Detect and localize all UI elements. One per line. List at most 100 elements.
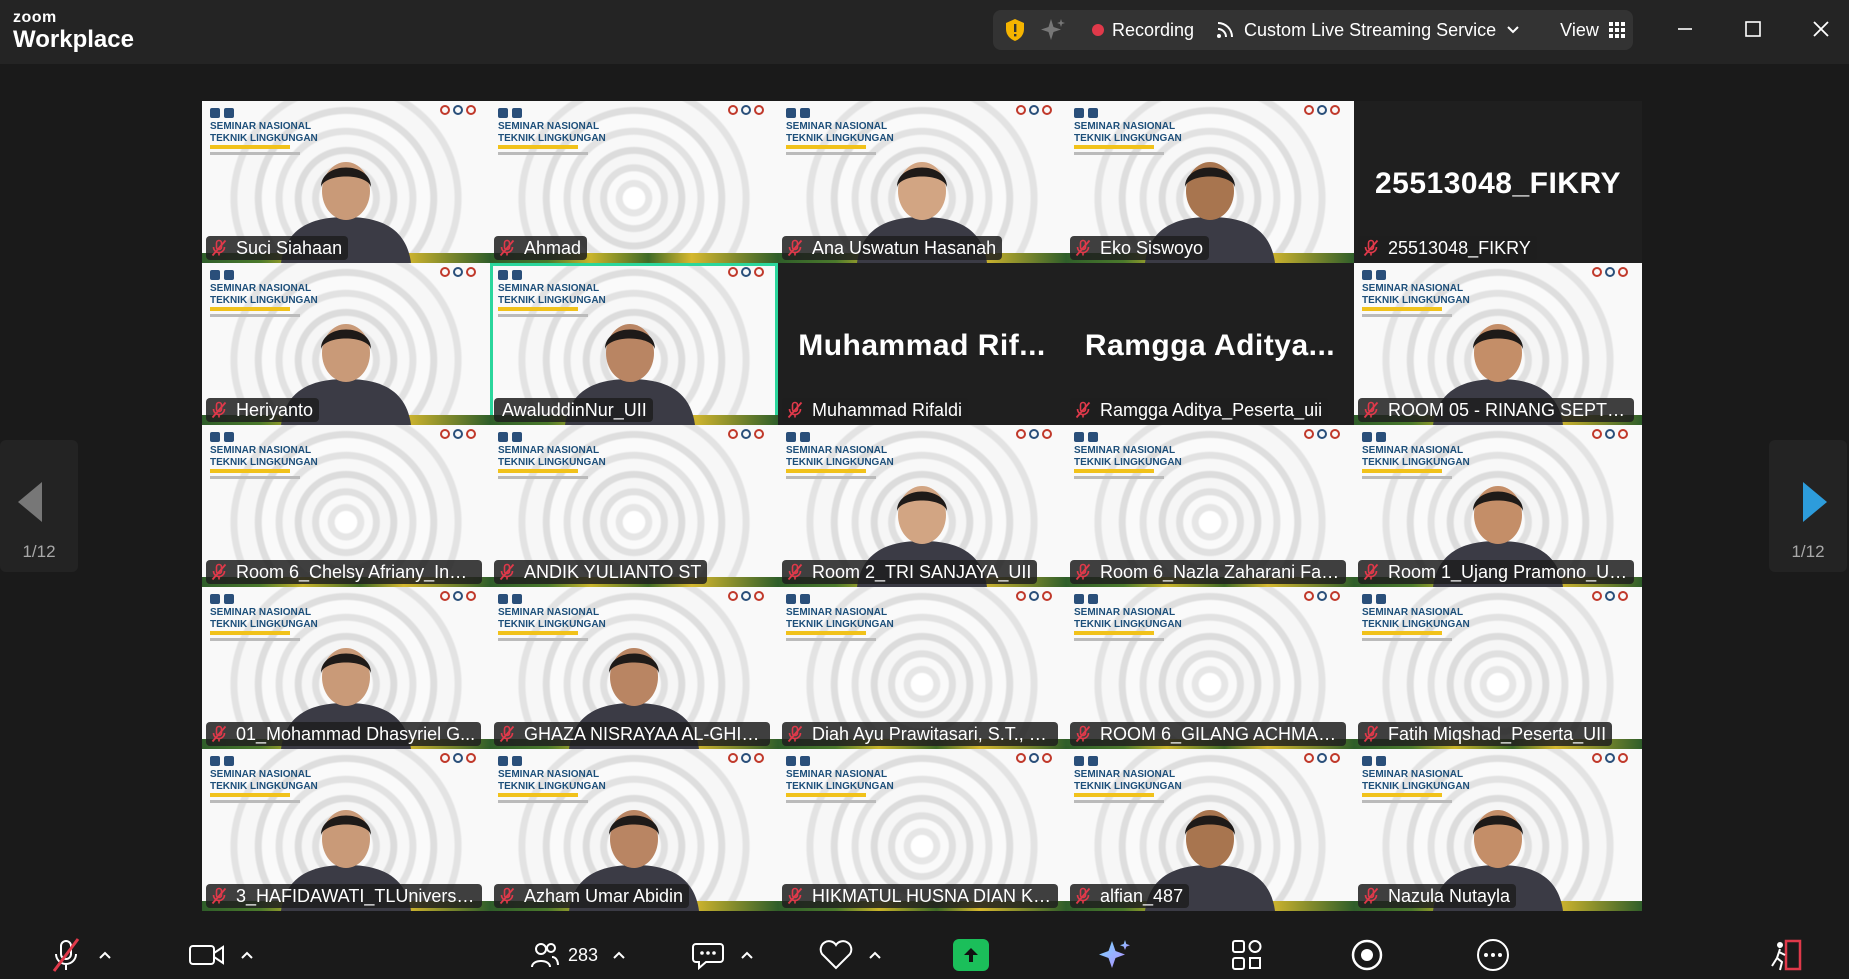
participants-caret-icon[interactable] — [612, 950, 626, 960]
gallery-grid-icon[interactable] — [1608, 22, 1625, 38]
participant-video-tile[interactable]: SEMINAR NASIONAL TEKNIK LINGKUNGAN Room 1_… — [1354, 425, 1642, 587]
banner-badges — [1592, 429, 1632, 439]
participant-video-tile[interactable]: SEMINAR NASIONAL TEKNIK LINGKUNGAN GHAZA N… — [490, 587, 778, 749]
microphone-muted-icon[interactable] — [48, 938, 84, 972]
banner-line-1: SEMINAR NASIONAL — [786, 121, 888, 132]
share-screen-icon[interactable] — [953, 939, 989, 971]
participant-video-tile[interactable]: 25513048_FIKRY 25513048_FIKRY — [1354, 101, 1642, 263]
participant-video-tile[interactable]: SEMINAR NASIONAL TEKNIK LINGKUNGAN Ahmad — [490, 101, 778, 263]
banner-logos — [498, 753, 558, 766]
banner-logos — [210, 267, 270, 280]
virtual-background-title: SEMINAR NASIONAL TEKNIK LINGKUNGAN — [786, 769, 894, 792]
participant-video-tile[interactable]: SEMINAR NASIONAL TEKNIK LINGKUNGAN Fatih M… — [1354, 587, 1642, 749]
ai-sparkle-icon[interactable] — [1097, 938, 1133, 972]
chat-caret-icon[interactable] — [740, 950, 754, 960]
banner-logos — [210, 105, 270, 118]
maximize-icon[interactable] — [1738, 14, 1768, 44]
audio-options-caret-icon[interactable] — [98, 950, 112, 960]
chat-icon[interactable] — [692, 940, 726, 970]
virtual-background-title: SEMINAR NASIONAL TEKNIK LINGKUNGAN — [786, 121, 894, 144]
chevron-down-icon[interactable] — [1506, 25, 1520, 35]
participant-nameplate: Ana Uswatun Hasanah — [782, 236, 1003, 260]
video-options-caret-icon[interactable] — [240, 950, 254, 960]
participant-video-tile[interactable]: SEMINAR NASIONAL TEKNIK LINGKUNGAN Ana Usw… — [778, 101, 1066, 263]
participant-video-tile[interactable]: SEMINAR NASIONAL TEKNIK LINGKUNGAN 01_Moha… — [202, 587, 490, 749]
participant-name: Ahmad — [524, 237, 582, 258]
record-icon[interactable] — [1350, 938, 1384, 972]
share-screen-button[interactable] — [953, 938, 989, 972]
participant-video-tile[interactable]: SEMINAR NASIONAL TEKNIK LINGKUNGAN Suci Si… — [202, 101, 490, 263]
banner-subtitle-bar — [786, 800, 876, 803]
leave-button[interactable] — [1768, 938, 1804, 972]
participant-name: ANDIK YULIANTO ST — [524, 561, 702, 582]
participant-video-tile[interactable]: Muhammad Rif... Muhammad Rifaldi — [778, 263, 1066, 425]
banner-logos — [786, 105, 846, 118]
participant-nameplate: Fatih Miqshad_Peserta_UII — [1358, 722, 1613, 746]
banner-badges — [440, 105, 480, 115]
microphone-muted-icon — [1075, 887, 1091, 905]
participant-name: alfian_487 — [1100, 885, 1184, 906]
more-icon[interactable] — [1476, 938, 1510, 972]
participant-video-tile[interactable]: SEMINAR NASIONAL TEKNIK LINGKUNGAN HIKMATU… — [778, 749, 1066, 911]
virtual-background-title: SEMINAR NASIONAL TEKNIK LINGKUNGAN — [1074, 121, 1182, 144]
meeting-toolbar: 283 — [0, 930, 1849, 979]
heart-icon[interactable] — [818, 940, 854, 970]
previous-page-button[interactable]: 1/12 — [0, 440, 78, 572]
next-page-button[interactable]: 1/12 — [1769, 440, 1847, 572]
banner-line-1: SEMINAR NASIONAL — [498, 607, 600, 618]
participant-name: Room 6_Chelsy Afriany_Insti... — [236, 561, 476, 582]
participants-count: 283 — [568, 944, 599, 965]
participant-video-tile[interactable]: SEMINAR NASIONAL TEKNIK LINGKUNGAN Eko Sis… — [1066, 101, 1354, 263]
close-icon[interactable] — [1806, 14, 1836, 44]
participant-video-tile[interactable]: SEMINAR NASIONAL TEKNIK LINGKUNGAN Azham U… — [490, 749, 778, 911]
participant-video-tile[interactable]: SEMINAR NASIONAL TEKNIK LINGKUNGAN ANDIK Y… — [490, 425, 778, 587]
banner-line-1: SEMINAR NASIONAL — [498, 283, 600, 294]
participant-video-tile[interactable]: Ramgga Aditya... Ramgga Aditya_Peserta_ui… — [1066, 263, 1354, 425]
participant-video-tile[interactable]: SEMINAR NASIONAL TEKNIK LINGKUNGAN Heriyan… — [202, 263, 490, 425]
apps-button[interactable] — [1230, 938, 1264, 972]
chat-button[interactable] — [692, 938, 754, 972]
reactions-caret-icon[interactable] — [868, 950, 882, 960]
participant-video-tile[interactable]: SEMINAR NASIONAL TEKNIK LINGKUNGAN Room 6_… — [202, 425, 490, 587]
leave-meeting-icon[interactable] — [1768, 938, 1804, 972]
video-camera-icon[interactable] — [188, 942, 226, 968]
participants-icon[interactable] — [530, 941, 560, 969]
streaming-label[interactable]: Custom Live Streaming Service — [1244, 20, 1496, 41]
record-button[interactable] — [1350, 938, 1384, 972]
banner-line-1: SEMINAR NASIONAL — [210, 607, 312, 618]
view-button[interactable]: View — [1560, 20, 1599, 41]
participant-video-tile[interactable]: SEMINAR NASIONAL TEKNIK LINGKUNGAN Room 2_… — [778, 425, 1066, 587]
banner-line-1: SEMINAR NASIONAL — [1362, 445, 1464, 456]
ai-companion-button[interactable] — [1097, 938, 1133, 972]
reactions-button[interactable] — [818, 938, 882, 972]
banner-badges — [1304, 429, 1344, 439]
recording-label[interactable]: Recording — [1112, 20, 1194, 41]
participants-button[interactable]: 283 — [530, 938, 626, 972]
banner-badges — [1304, 591, 1344, 601]
participant-video-tile[interactable]: SEMINAR NASIONAL TEKNIK LINGKUNGAN Room 6_… — [1066, 425, 1354, 587]
banner-logos — [786, 591, 846, 604]
more-button[interactable] — [1476, 938, 1510, 972]
security-shield-icon[interactable] — [1004, 18, 1026, 42]
video-button[interactable] — [188, 938, 254, 972]
mute-button[interactable] — [48, 938, 112, 972]
banner-line-2: TEKNIK LINGKUNGAN — [210, 456, 318, 468]
banner-logos — [498, 429, 558, 442]
participant-video-tile[interactable]: SEMINAR NASIONAL TEKNIK LINGKUNGAN 3_HAFID… — [202, 749, 490, 911]
participant-video-tile[interactable]: SEMINAR NASIONAL TEKNIK LINGKUNGAN Nazula … — [1354, 749, 1642, 911]
participant-video-tile[interactable]: SEMINAR NASIONAL TEKNIK LINGKUNGAN Awaludd… — [490, 263, 778, 425]
participant-video-tile[interactable]: SEMINAR NASIONAL TEKNIK LINGKUNGAN ROOM 6_… — [1066, 587, 1354, 749]
banner-badges — [1016, 429, 1056, 439]
banner-logos — [498, 591, 558, 604]
apps-icon[interactable] — [1230, 938, 1264, 972]
microphone-muted-icon — [1075, 239, 1091, 257]
participant-video-tile[interactable]: SEMINAR NASIONAL TEKNIK LINGKUNGAN Diah Ay… — [778, 587, 1066, 749]
participant-video-tile[interactable]: SEMINAR NASIONAL TEKNIK LINGKUNGAN alfian_… — [1066, 749, 1354, 911]
banner-badges — [1304, 753, 1344, 763]
participant-nameplate: ROOM 6_GILANG ACHMAD ... — [1070, 722, 1346, 746]
participant-name: 25513048_FIKRY — [1388, 237, 1531, 258]
participant-video-tile[interactable]: SEMINAR NASIONAL TEKNIK LINGKUNGAN ROOM 05… — [1354, 263, 1642, 425]
minimize-icon[interactable] — [1670, 14, 1700, 44]
ai-companion-icon[interactable] — [1040, 17, 1066, 43]
banner-line-1: SEMINAR NASIONAL — [498, 769, 600, 780]
